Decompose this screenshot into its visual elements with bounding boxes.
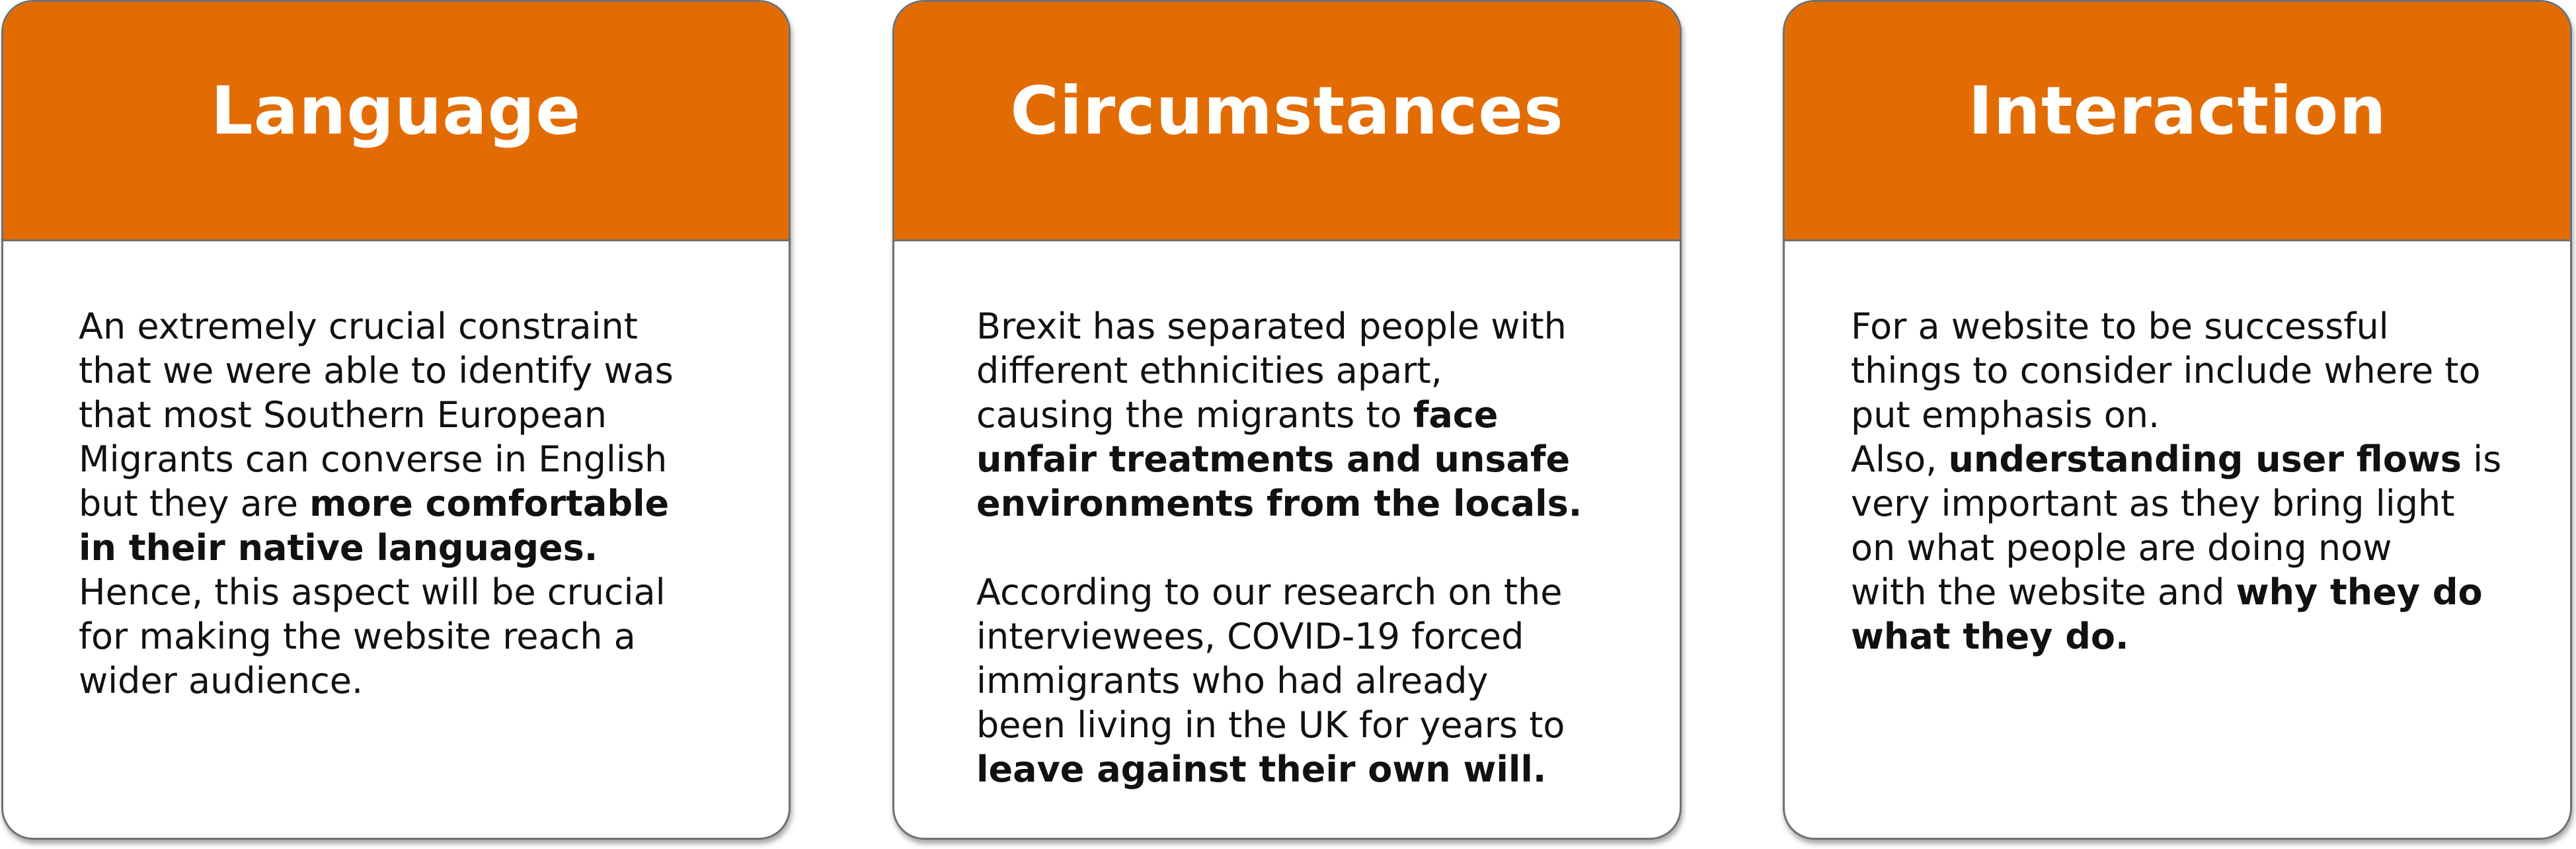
text-run: According to our research on the intervi… (976, 571, 1565, 746)
card-body: Brexit has separated people with differe… (894, 241, 1644, 791)
card-language: Language An extremely crucial constraint… (1, 0, 791, 840)
emphasis-text: understanding user flows (1948, 438, 2462, 480)
text-run: Hence, this aspect will be crucial for m… (79, 571, 666, 702)
card-body: For a website to be successful things to… (1785, 241, 2538, 659)
card-body: An extremely crucial constraint that we … (3, 241, 746, 703)
card-title: Circumstances (894, 2, 1680, 241)
card-paragraph: For a website to be successful things to… (1851, 304, 2538, 659)
card-paragraph: According to our research on the intervi… (976, 570, 1644, 791)
card-paragraph: An extremely crucial constraint that we … (79, 304, 746, 703)
card-interaction: Interaction For a website to be successf… (1783, 0, 2572, 840)
card-circumstances: Circumstances Brexit has separated peopl… (892, 0, 1682, 840)
card-paragraph: Brexit has separated people with differe… (976, 304, 1644, 526)
card-title: Language (3, 2, 789, 241)
card-title: Interaction (1785, 2, 2570, 241)
emphasis-text: leave against their own will. (976, 748, 1547, 790)
